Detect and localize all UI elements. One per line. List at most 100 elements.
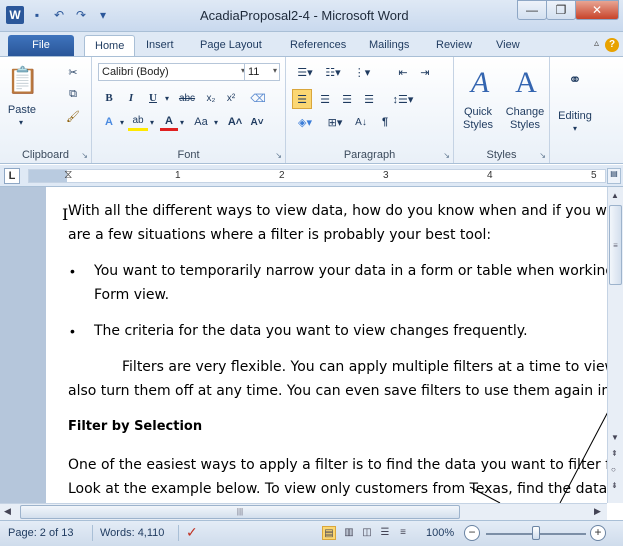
quick-styles-icon[interactable]: A bbox=[460, 63, 500, 103]
italic-icon[interactable]: I bbox=[122, 89, 140, 107]
font-size-combo[interactable]: 11 ▾ bbox=[244, 63, 280, 81]
clipboard-group: 📋 Paste ▾ ✂ ⧉ 🖌 Clipboard ↘ bbox=[0, 57, 92, 163]
highlight-dropdown-icon[interactable]: ▾ bbox=[148, 113, 156, 131]
view-ruler-icon[interactable]: ▤ bbox=[607, 168, 621, 184]
word-logo-icon[interactable]: W bbox=[6, 6, 24, 24]
grow-font-icon[interactable]: A˄ bbox=[226, 113, 244, 131]
text-effects-icon[interactable]: A bbox=[100, 113, 118, 131]
restore-button[interactable]: ❐ bbox=[546, 0, 576, 20]
increase-indent-icon[interactable]: ⇥ bbox=[416, 63, 434, 81]
sort-icon[interactable]: A↓ bbox=[352, 113, 370, 131]
borders-icon[interactable]: ⊞▾ bbox=[322, 113, 348, 131]
tab-mailings[interactable]: Mailings bbox=[369, 35, 409, 56]
browse-object-icon[interactable]: ○ bbox=[611, 465, 616, 474]
align-left-icon[interactable]: ☰ bbox=[292, 89, 312, 109]
full-screen-reading-icon[interactable]: ▥ bbox=[342, 526, 356, 540]
vertical-scrollbar[interactable]: ▲ ≡ ▼ ⇞ ○ ⇟ bbox=[607, 187, 623, 503]
binoculars-icon[interactable]: ⚭ bbox=[562, 67, 588, 93]
shrink-font-icon[interactable]: A˅ bbox=[248, 113, 266, 131]
outline-view-icon[interactable]: ☰ bbox=[378, 526, 392, 540]
bold-icon[interactable]: B bbox=[100, 89, 118, 107]
zoom-in-icon[interactable]: + bbox=[590, 525, 606, 541]
strikethrough-icon[interactable]: abc bbox=[174, 89, 200, 107]
highlight-icon[interactable]: ab bbox=[128, 113, 148, 131]
line-spacing-icon[interactable]: ↕☰▾ bbox=[390, 89, 416, 109]
superscript-icon[interactable]: x² bbox=[222, 89, 240, 107]
quick-styles-button[interactable]: Quick Styles bbox=[456, 105, 500, 133]
tab-selector[interactable]: L bbox=[4, 168, 20, 184]
tab-insert[interactable]: Insert bbox=[146, 35, 174, 56]
tab-home[interactable]: Home bbox=[84, 35, 136, 56]
bullets-icon[interactable]: ☰▾ bbox=[292, 63, 318, 81]
show-formatting-icon[interactable]: ¶ bbox=[376, 113, 394, 131]
change-case-icon[interactable]: Aa bbox=[190, 113, 212, 131]
change-styles-button[interactable]: Change Styles bbox=[502, 105, 548, 133]
change-styles-icon[interactable]: A bbox=[506, 63, 546, 103]
undo-icon[interactable]: ↶ bbox=[50, 6, 68, 24]
decrease-indent-icon[interactable]: ⇤ bbox=[394, 63, 412, 81]
align-right-icon[interactable]: ☰ bbox=[338, 89, 356, 109]
clipboard-label: Clipboard bbox=[21, 149, 70, 161]
editing-button[interactable]: Editing bbox=[550, 109, 600, 123]
cut-icon[interactable]: ✂ bbox=[64, 63, 82, 81]
paragraph-launcher-icon[interactable]: ↘ bbox=[443, 151, 450, 160]
tab-page-layout[interactable]: Page Layout bbox=[200, 35, 262, 56]
change-case-dropdown-icon[interactable]: ▾ bbox=[212, 113, 220, 131]
vertical-scroll-thumb[interactable]: ≡ bbox=[609, 205, 622, 285]
font-color-icon[interactable]: A bbox=[160, 113, 178, 131]
scroll-down-icon[interactable]: ▼ bbox=[611, 433, 619, 442]
tab-file[interactable]: File bbox=[8, 35, 74, 56]
font-launcher-icon[interactable]: ↘ bbox=[275, 151, 282, 160]
minimize-ribbon-icon[interactable]: ▵ bbox=[594, 38, 599, 49]
tab-view[interactable]: View bbox=[496, 35, 520, 56]
editing-dropdown-icon[interactable]: ▾ bbox=[568, 123, 582, 133]
paste-icon[interactable]: 📋 bbox=[7, 63, 39, 97]
customize-qat-icon[interactable]: ▾ bbox=[94, 6, 112, 24]
close-button[interactable]: ✕ bbox=[575, 0, 619, 20]
print-layout-view-icon[interactable]: ▤ bbox=[322, 526, 336, 540]
text-effects-dropdown-icon[interactable]: ▾ bbox=[118, 113, 126, 131]
scroll-left-icon[interactable]: ◀ bbox=[4, 506, 11, 517]
subscript-icon[interactable]: x₂ bbox=[202, 89, 220, 107]
horizontal-scroll-thumb[interactable]: ||| bbox=[20, 505, 460, 519]
horizontal-scrollbar[interactable]: ◀ ||| ▶ bbox=[0, 503, 607, 520]
clear-formatting-icon[interactable]: ⌫ bbox=[248, 89, 268, 107]
previous-page-icon[interactable]: ⇞ bbox=[611, 449, 618, 458]
format-painter-icon[interactable]: 🖌 bbox=[64, 107, 82, 125]
status-bar: Page: 2 of 13 Words: 4,110 ✓ ▤ ▥ ◫ ☰ ≡ 1… bbox=[0, 520, 623, 546]
scroll-up-icon[interactable]: ▲ bbox=[611, 191, 619, 200]
tab-review[interactable]: Review bbox=[436, 35, 472, 56]
redo-icon[interactable]: ↷ bbox=[72, 6, 90, 24]
next-page-icon[interactable]: ⇟ bbox=[611, 481, 618, 490]
minimize-button[interactable]: — bbox=[517, 0, 547, 20]
copy-icon[interactable]: ⧉ bbox=[64, 85, 82, 103]
font-color-dropdown-icon[interactable]: ▾ bbox=[178, 113, 186, 131]
page-count[interactable]: Page: 2 of 13 bbox=[8, 527, 73, 539]
align-center-icon[interactable]: ☰ bbox=[316, 89, 334, 109]
underline-icon[interactable]: U bbox=[144, 89, 162, 107]
draft-view-icon[interactable]: ≡ bbox=[396, 526, 410, 540]
word-count[interactable]: Words: 4,110 bbox=[100, 527, 164, 539]
scroll-right-icon[interactable]: ▶ bbox=[594, 506, 601, 517]
horizontal-ruler[interactable]: ⧖ 1 2 3 4 5 bbox=[28, 167, 606, 183]
zoom-out-icon[interactable]: − bbox=[464, 525, 480, 541]
help-icon[interactable]: ? bbox=[605, 38, 619, 52]
multilevel-list-icon[interactable]: ⋮▾ bbox=[348, 63, 376, 81]
document-area[interactable]: I With all the different ways to view da… bbox=[0, 187, 607, 503]
web-layout-icon[interactable]: ◫ bbox=[360, 526, 374, 540]
tab-references[interactable]: References bbox=[290, 35, 346, 56]
clipboard-launcher-icon[interactable]: ↘ bbox=[81, 151, 88, 160]
indent-marker-icon[interactable]: ⧖ bbox=[64, 167, 72, 182]
font-name-combo[interactable]: Calibri (Body) ▾ bbox=[98, 63, 248, 81]
zoom-slider-knob[interactable] bbox=[532, 526, 540, 540]
justify-icon[interactable]: ☰ bbox=[360, 89, 378, 109]
zoom-level[interactable]: 100% bbox=[426, 527, 454, 539]
save-icon[interactable]: ▪ bbox=[28, 6, 46, 24]
underline-dropdown-icon[interactable]: ▾ bbox=[162, 89, 172, 107]
paste-dropdown-icon[interactable]: ▾ bbox=[6, 117, 36, 127]
numbering-icon[interactable]: ☷▾ bbox=[320, 63, 346, 81]
shading-icon[interactable]: ◈▾ bbox=[292, 113, 318, 131]
paste-button[interactable]: Paste bbox=[4, 103, 40, 117]
proofing-icon[interactable]: ✓ bbox=[186, 524, 198, 541]
styles-launcher-icon[interactable]: ↘ bbox=[539, 151, 546, 160]
